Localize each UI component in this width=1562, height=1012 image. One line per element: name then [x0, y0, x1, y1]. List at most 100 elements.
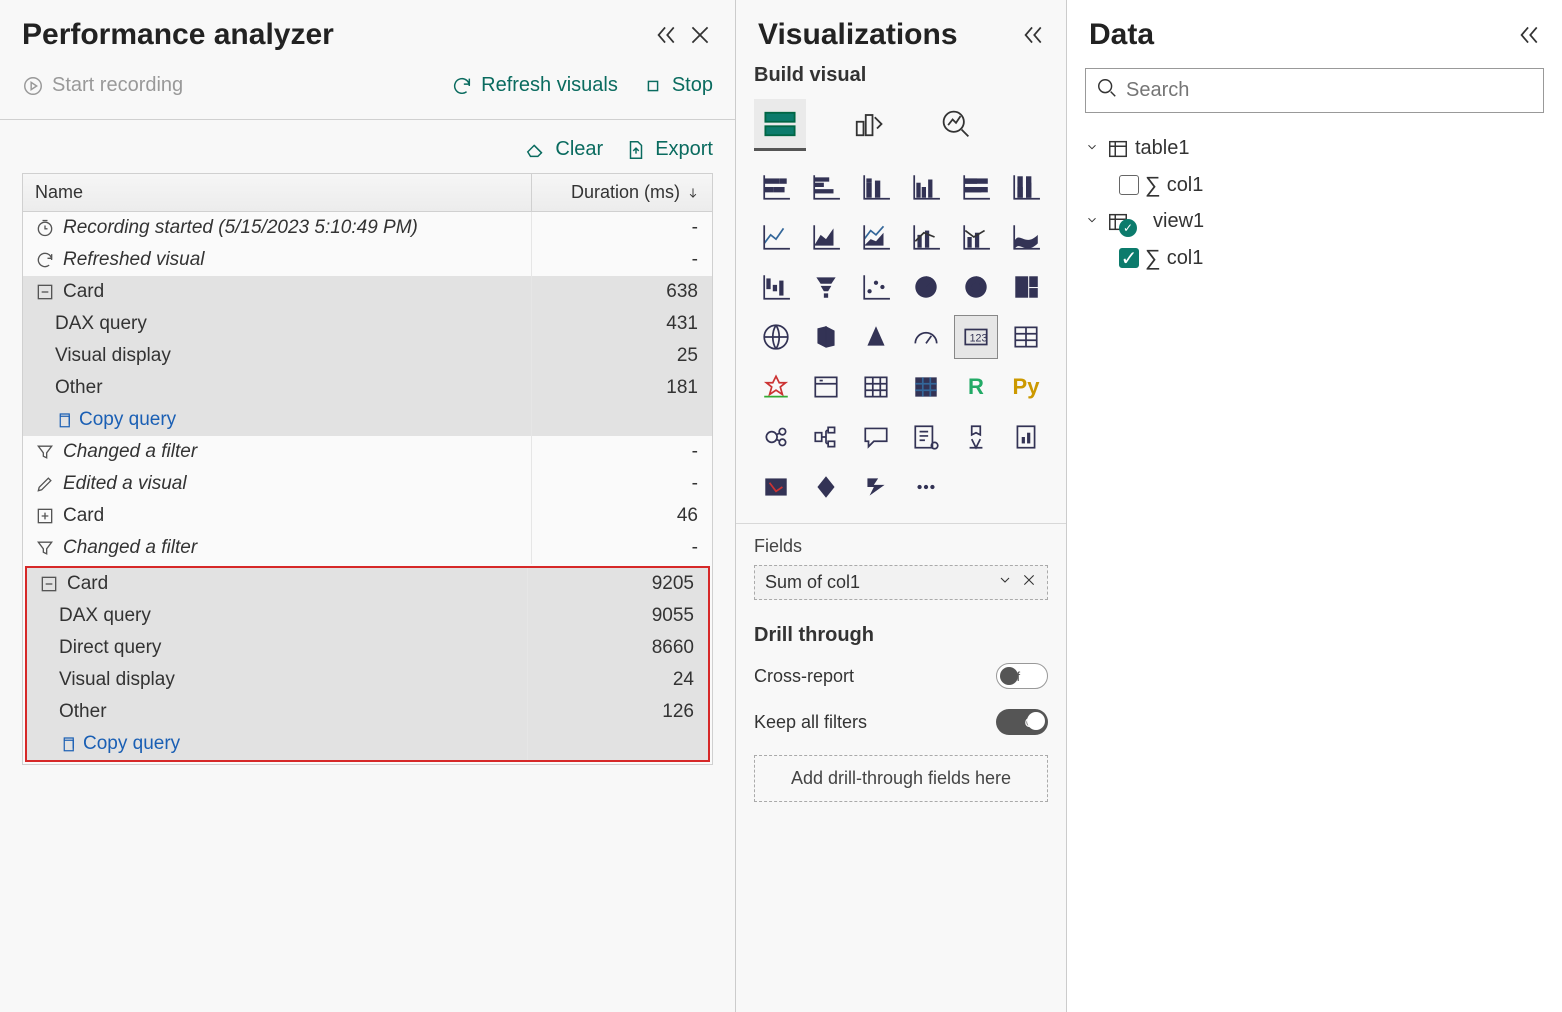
chevron-down-icon[interactable] [997, 572, 1013, 593]
viz-map[interactable] [754, 315, 798, 359]
collapse-icon[interactable] [35, 282, 55, 302]
copy-query-link[interactable]: Copy query [59, 733, 180, 755]
table-row[interactable]: Visual display25 [23, 340, 712, 372]
highlighted-section: Card9205 DAX query9055 Direct query8660 … [25, 566, 710, 762]
viz-line-col[interactable] [904, 215, 948, 259]
table-row[interactable]: Copy query [27, 728, 708, 760]
viz-area[interactable] [804, 215, 848, 259]
expand-icon[interactable] [651, 22, 677, 48]
checkbox-checked[interactable]: ✓ [1119, 248, 1139, 268]
viz-arcgis[interactable] [754, 465, 798, 509]
performance-analyzer-title: Performance analyzer [22, 18, 334, 52]
copy-query-link[interactable]: Copy query [55, 409, 176, 431]
viz-more[interactable] [904, 465, 948, 509]
table-row[interactable]: Edited a visual- [23, 468, 712, 500]
table-row[interactable]: Copy query [23, 404, 712, 436]
viz-stacked-bar[interactable] [754, 165, 798, 209]
remove-field-icon[interactable] [1021, 572, 1037, 593]
clear-button[interactable]: Clear [525, 138, 603, 161]
viz-funnel[interactable] [804, 265, 848, 309]
tree-table1[interactable]: table1 [1085, 131, 1544, 166]
viz-ribbon[interactable] [1004, 215, 1048, 259]
table-row[interactable]: Direct query8660 [27, 632, 708, 664]
table-row[interactable]: Changed a filter- [23, 436, 712, 468]
tree-view1-col1[interactable]: ✓ ∑ col1 [1085, 239, 1544, 277]
tree-table1-col1[interactable]: ∑ col1 [1085, 166, 1544, 204]
viz-narrative[interactable] [904, 415, 948, 459]
viz-key-influencers[interactable] [754, 415, 798, 459]
viz-line-col2[interactable] [954, 215, 998, 259]
viz-powerautomate[interactable] [854, 465, 898, 509]
cross-report-toggle[interactable]: Off [996, 663, 1048, 689]
expand-icon[interactable] [1514, 22, 1540, 48]
table-row[interactable]: Refreshed visual - [23, 244, 712, 276]
drill-through-dropzone[interactable]: Add drill-through fields here [754, 755, 1048, 802]
viz-decomp[interactable] [804, 415, 848, 459]
viz-paginated[interactable] [1004, 415, 1048, 459]
viz-scatter[interactable] [854, 265, 898, 309]
column-duration-header[interactable]: Duration (ms) [532, 174, 712, 211]
viz-slicer[interactable] [804, 365, 848, 409]
table-row-card[interactable]: Card9205 [27, 568, 708, 600]
viz-qa[interactable] [854, 415, 898, 459]
viz-pie[interactable] [904, 265, 948, 309]
viz-r[interactable]: R [954, 365, 998, 409]
tab-analytics[interactable] [930, 99, 982, 151]
viz-treemap[interactable] [1004, 265, 1048, 309]
collapse-icon[interactable] [39, 574, 59, 594]
tree-view1[interactable]: ✓ view1 [1085, 204, 1544, 239]
search-box[interactable] [1085, 68, 1544, 113]
viz-100-col[interactable] [1004, 165, 1048, 209]
start-recording-button[interactable]: Start recording [22, 74, 183, 97]
visualizations-pane: Visualizations Build visual 123RPy Field… [736, 0, 1067, 1012]
checkbox-unchecked[interactable] [1119, 175, 1139, 195]
export-button[interactable]: Export [625, 138, 713, 161]
svg-text:123: 123 [970, 332, 988, 344]
viz-stacked-area[interactable] [854, 215, 898, 259]
expand-icon[interactable] [35, 506, 55, 526]
viz-matrix[interactable] [904, 365, 948, 409]
viz-stacked-col[interactable] [854, 165, 898, 209]
viz-filled-map[interactable] [804, 315, 848, 359]
viz-gauge[interactable] [904, 315, 948, 359]
viz-clustered-col[interactable] [904, 165, 948, 209]
viz-kpi[interactable] [754, 365, 798, 409]
table-row[interactable]: Other181 [23, 372, 712, 404]
viz-line[interactable] [754, 215, 798, 259]
viz-azure-map[interactable] [854, 315, 898, 359]
chevron-down-icon [1085, 210, 1101, 233]
keep-filters-toggle[interactable]: On [996, 709, 1048, 735]
table-icon [1107, 138, 1129, 160]
tab-format[interactable] [842, 99, 894, 151]
viz-clustered-bar[interactable] [804, 165, 848, 209]
viz-waterfall[interactable] [754, 265, 798, 309]
search-input[interactable] [1126, 79, 1533, 102]
table-row-card[interactable]: Card46 [23, 500, 712, 532]
table-row-card[interactable]: Card 638 [23, 276, 712, 308]
refresh-icon [35, 250, 55, 270]
viz-goals[interactable] [954, 415, 998, 459]
expand-icon[interactable] [1018, 22, 1044, 48]
viz-card[interactable]: 123 [954, 315, 998, 359]
tab-build-visual[interactable] [754, 99, 806, 151]
viz-py[interactable]: Py [1004, 365, 1048, 409]
refresh-visuals-button[interactable]: Refresh visuals [451, 74, 618, 97]
performance-table: Name Duration (ms) Recording started (5/… [22, 173, 713, 765]
table-row[interactable]: Recording started (5/15/2023 5:10:49 PM)… [23, 212, 712, 244]
viz-multi-row[interactable] [1004, 315, 1048, 359]
visualizations-title: Visualizations [758, 18, 958, 52]
table-row[interactable]: DAX query9055 [27, 600, 708, 632]
viz-100-bar[interactable] [954, 165, 998, 209]
close-icon[interactable] [687, 22, 713, 48]
table-row[interactable]: Visual display24 [27, 664, 708, 696]
table-row[interactable]: DAX query431 [23, 308, 712, 340]
viz-donut[interactable] [954, 265, 998, 309]
table-row[interactable]: Other126 [27, 696, 708, 728]
field-pill[interactable]: Sum of col1 [754, 565, 1048, 600]
column-name-header[interactable]: Name [23, 174, 532, 211]
viz-powerapps[interactable] [804, 465, 848, 509]
table-row[interactable]: Changed a filter- [23, 532, 712, 564]
build-visual-label: Build visual [736, 64, 1066, 95]
viz-table[interactable] [854, 365, 898, 409]
stop-button[interactable]: Stop [642, 74, 713, 97]
